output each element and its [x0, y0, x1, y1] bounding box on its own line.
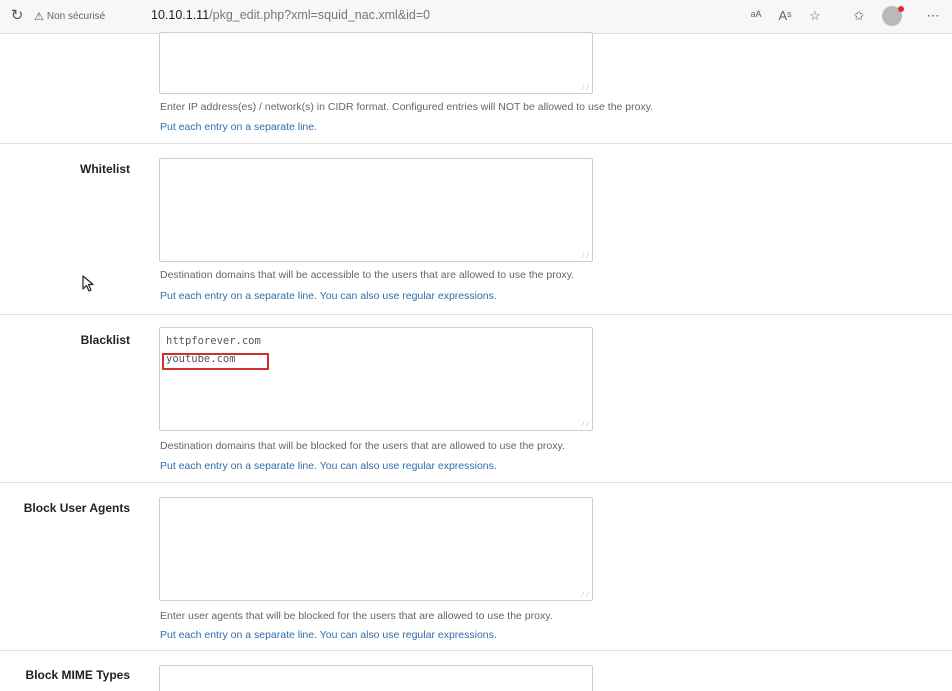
mouse-cursor-icon	[82, 275, 94, 292]
resize-grip-icon[interactable]: ⁄⁄	[580, 591, 590, 599]
text-size-icon[interactable]: Aˢ	[776, 7, 794, 25]
block-user-agents-label: Block User Agents	[23, 501, 130, 515]
block-mime-types-textarea[interactable]	[159, 665, 593, 691]
blacklist-entry: httpforever.com	[166, 335, 261, 347]
whitelist-label: Whitelist	[80, 162, 130, 176]
warning-icon: ⚠	[34, 10, 44, 23]
browser-address-bar: ↻ ⚠ Non sécurisé 10.10.1.11/pkg_edit.php…	[0, 0, 952, 34]
more-icon[interactable]: ⋯	[924, 7, 942, 25]
favorite-icon[interactable]: ☆	[806, 7, 824, 25]
row-allowed-subnets: ⁄⁄ Enter IP address(es) / network(s) in …	[0, 32, 952, 144]
block-user-agents-help: Enter user agents that will be blocked f…	[160, 610, 553, 622]
row-block-mime-types: Block MIME Types	[0, 651, 952, 691]
row-whitelist: Whitelist ⁄⁄ Destination domains that wi…	[0, 144, 952, 315]
block-mime-types-label: Block MIME Types	[25, 668, 130, 682]
security-warning[interactable]: ⚠ Non sécurisé	[34, 7, 105, 25]
resize-grip-icon[interactable]: ⁄⁄	[580, 84, 590, 92]
blacklist-help: Destination domains that will be blocked…	[160, 440, 565, 452]
whitelist-help: Destination domains that will be accessi…	[160, 269, 575, 281]
read-aloud-icon[interactable]: ᵃᴬ	[747, 7, 765, 25]
profile-icon[interactable]	[882, 6, 904, 26]
security-label: Non sécurisé	[46, 10, 106, 22]
resize-grip-icon[interactable]: ⁄⁄	[580, 252, 590, 260]
allowed-subnets-textarea[interactable]: ⁄⁄	[159, 32, 593, 94]
row-block-user-agents: Block User Agents ⁄⁄ Enter user agents t…	[0, 483, 952, 651]
reload-icon[interactable]: ↻	[8, 7, 26, 25]
collections-icon[interactable]: ✩	[850, 7, 868, 25]
allowed-subnets-help: Enter IP address(es) / network(s) in CID…	[160, 101, 654, 113]
blacklist-help-2: Put each entry on a separate line. You c…	[160, 460, 497, 472]
blacklist-label: Blacklist	[80, 333, 130, 347]
resize-grip-icon[interactable]: ⁄⁄	[580, 421, 590, 429]
blacklist-textarea[interactable]: httpforever.com youtube.com ⁄⁄	[159, 327, 593, 431]
url-field[interactable]: 10.10.1.11/pkg_edit.php?xml=squid_nac.xm…	[151, 8, 430, 22]
whitelist-help-2: Put each entry on a separate line. You c…	[160, 290, 497, 302]
url-path: /pkg_edit.php?xml=squid_nac.xml&id=0	[209, 8, 431, 22]
allowed-subnets-help-2: Put each entry on a separate line.	[160, 121, 318, 133]
row-blacklist: Blacklist httpforever.com youtube.com ⁄⁄…	[0, 315, 952, 483]
block-user-agents-help-2: Put each entry on a separate line. You c…	[160, 629, 497, 641]
highlight-box	[162, 353, 269, 370]
whitelist-textarea[interactable]: ⁄⁄	[159, 158, 593, 262]
url-host: 10.10.1.11	[151, 8, 210, 22]
block-user-agents-textarea[interactable]: ⁄⁄	[159, 497, 593, 601]
